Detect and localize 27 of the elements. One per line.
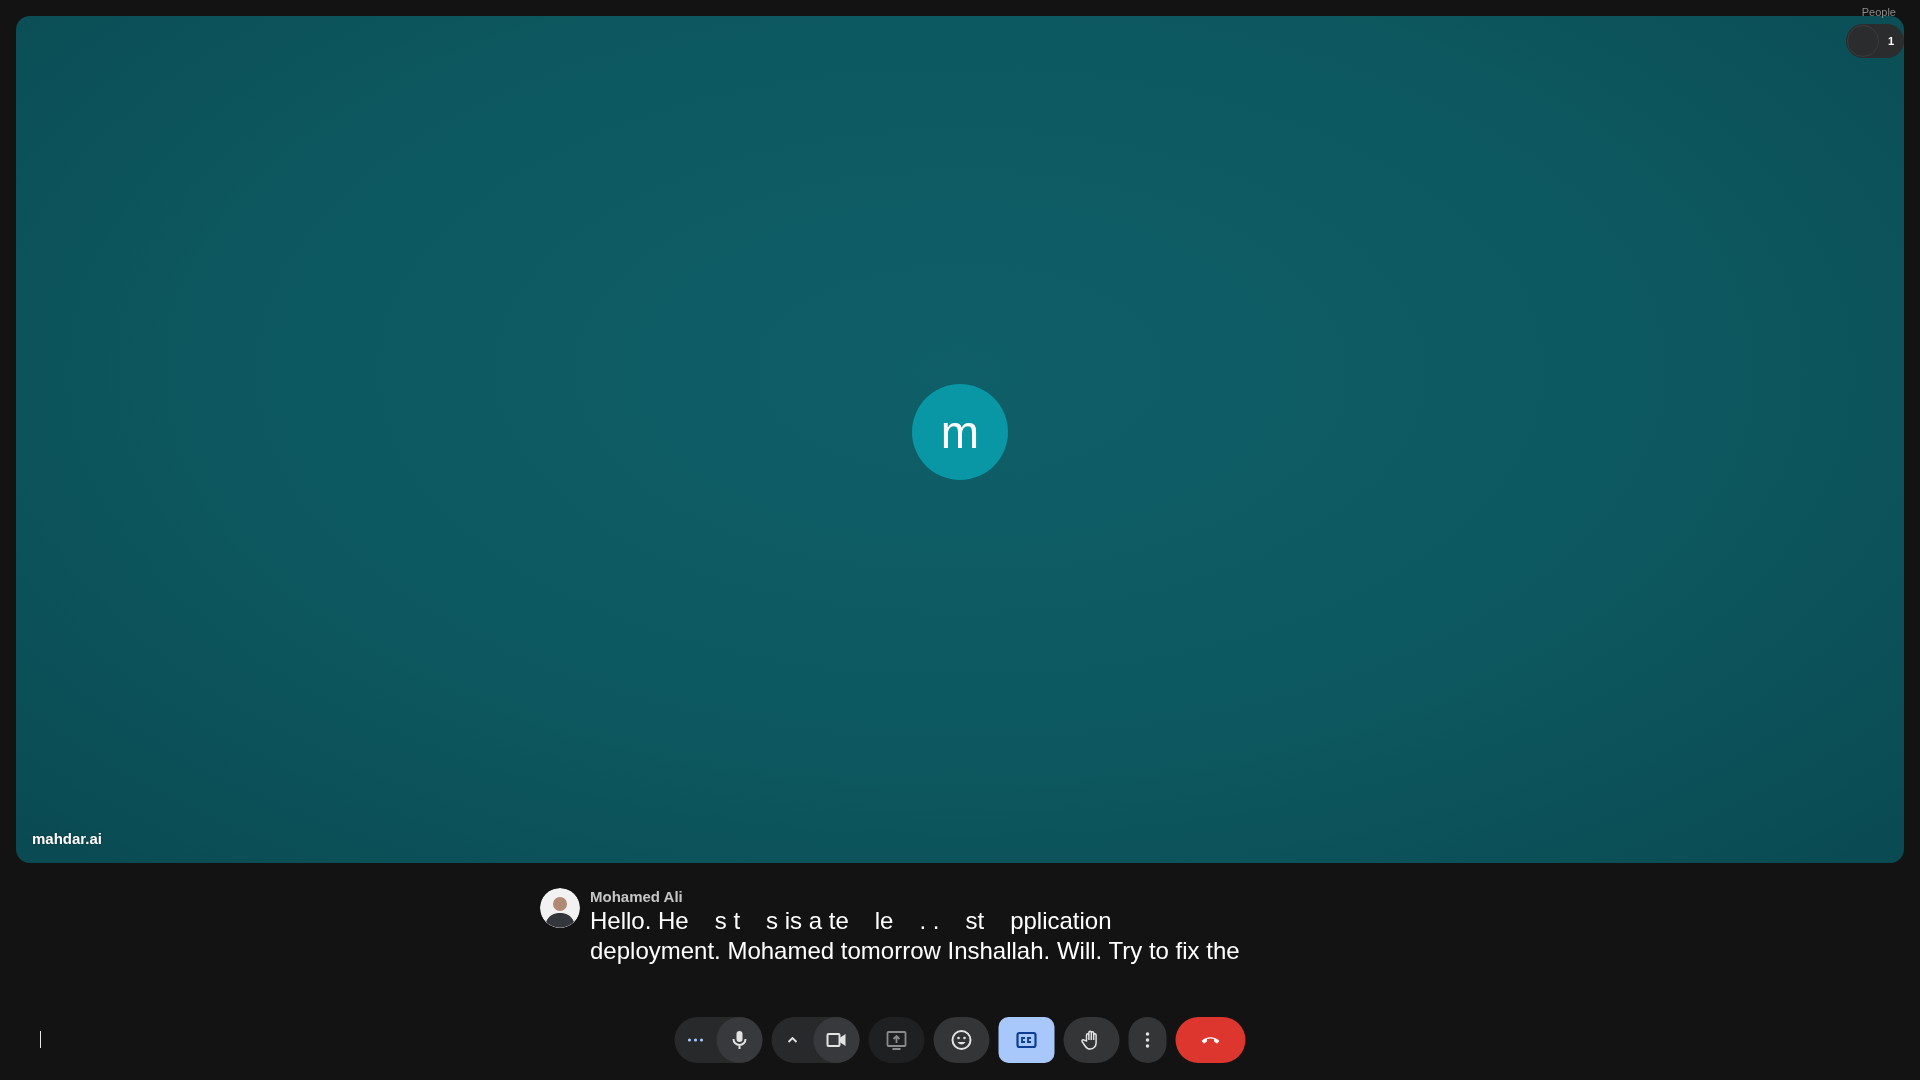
caption-fragment: s t [714, 907, 741, 935]
people-label: People [1861, 6, 1896, 18]
phone-hangup-icon [1201, 1036, 1220, 1044]
caption-fragment: pplication [1010, 907, 1112, 935]
camera-button[interactable] [813, 1017, 860, 1063]
microphone-button[interactable] [716, 1017, 763, 1063]
caption-fragment: . . [919, 907, 940, 935]
smiley-icon [949, 1028, 974, 1052]
captions-button[interactable] [998, 1017, 1055, 1063]
text-cursor [40, 1031, 41, 1048]
end-call-button[interactable] [1175, 1017, 1246, 1063]
caption-fragment: Hello. He [590, 907, 689, 935]
reactions-button[interactable] [933, 1017, 990, 1063]
caption-text: deployment. Mohamed tomorrow Inshallah. Will. Try to fix the [590, 937, 1240, 965]
caption-fragment: s is a te [766, 907, 849, 935]
participant-count-button[interactable]: 1 [1846, 24, 1904, 58]
participant-name: mahdar.ai [32, 830, 103, 847]
caption-fragment: st [965, 907, 985, 935]
dots-icon [687, 1038, 704, 1042]
screen-share-icon [884, 1028, 909, 1052]
caption-fragment: le [874, 907, 894, 935]
caret-icon [787, 1037, 798, 1043]
participant-avatar: m [912, 383, 1008, 480]
speaker-name: Mohamed Ali [590, 888, 684, 905]
vertical-dots-icon [1145, 1032, 1150, 1048]
speaker-avatar [540, 888, 580, 928]
raise-hand-button[interactable] [1063, 1017, 1120, 1063]
